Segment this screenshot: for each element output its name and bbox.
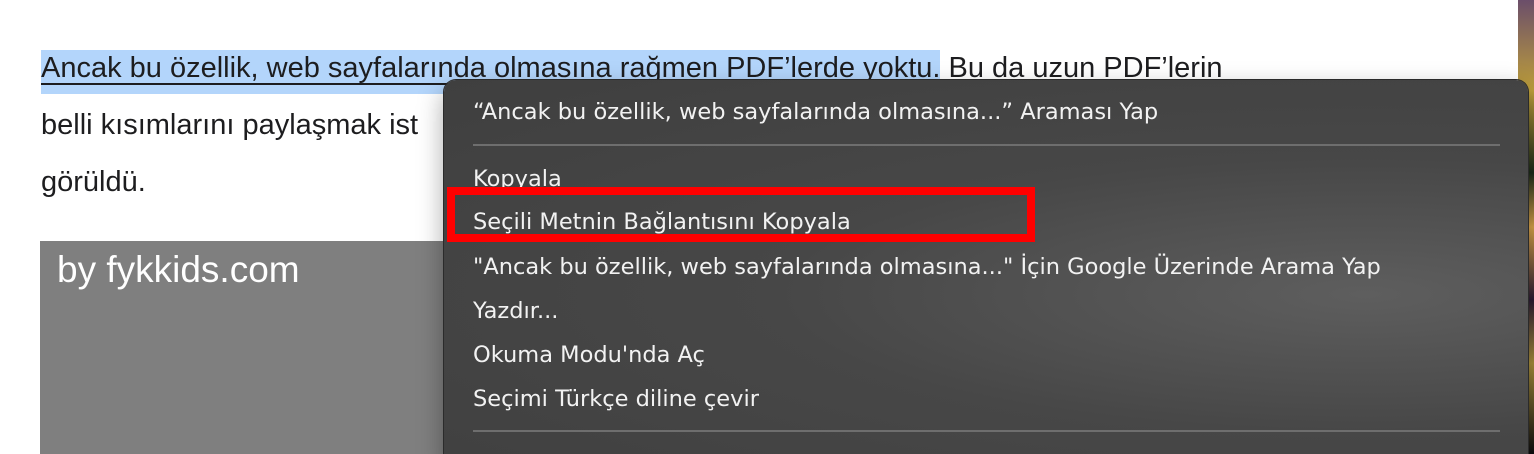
- menu-item-translate[interactable]: Seçimi Türkçe diline çevir: [473, 384, 759, 414]
- context-menu: “Ancak bu özellik, web sayfalarında olma…: [444, 80, 1528, 454]
- page: Ancak bu özellik, web sayfalarında olmas…: [0, 0, 1534, 454]
- menu-item-google-search[interactable]: "Ancak bu özellik, web sayfalarında olma…: [473, 252, 1381, 282]
- menu-item-reader-mode[interactable]: Okuma Modu'nda Aç: [473, 340, 705, 370]
- red-annotation-box: [447, 187, 1035, 242]
- article-line-3: görüldü.: [41, 166, 146, 198]
- menu-item-search-selection[interactable]: “Ancak bu özellik, web sayfalarında olma…: [473, 97, 1158, 127]
- article-image: by fykkids.com: [40, 241, 460, 454]
- menu-separator: [473, 430, 1500, 432]
- menu-separator: [473, 144, 1500, 146]
- image-watermark: by fykkids.com: [57, 249, 300, 290]
- article-line-2: belli kısımlarını paylaşmak ist: [41, 109, 419, 141]
- menu-item-print[interactable]: Yazdır...: [473, 296, 558, 326]
